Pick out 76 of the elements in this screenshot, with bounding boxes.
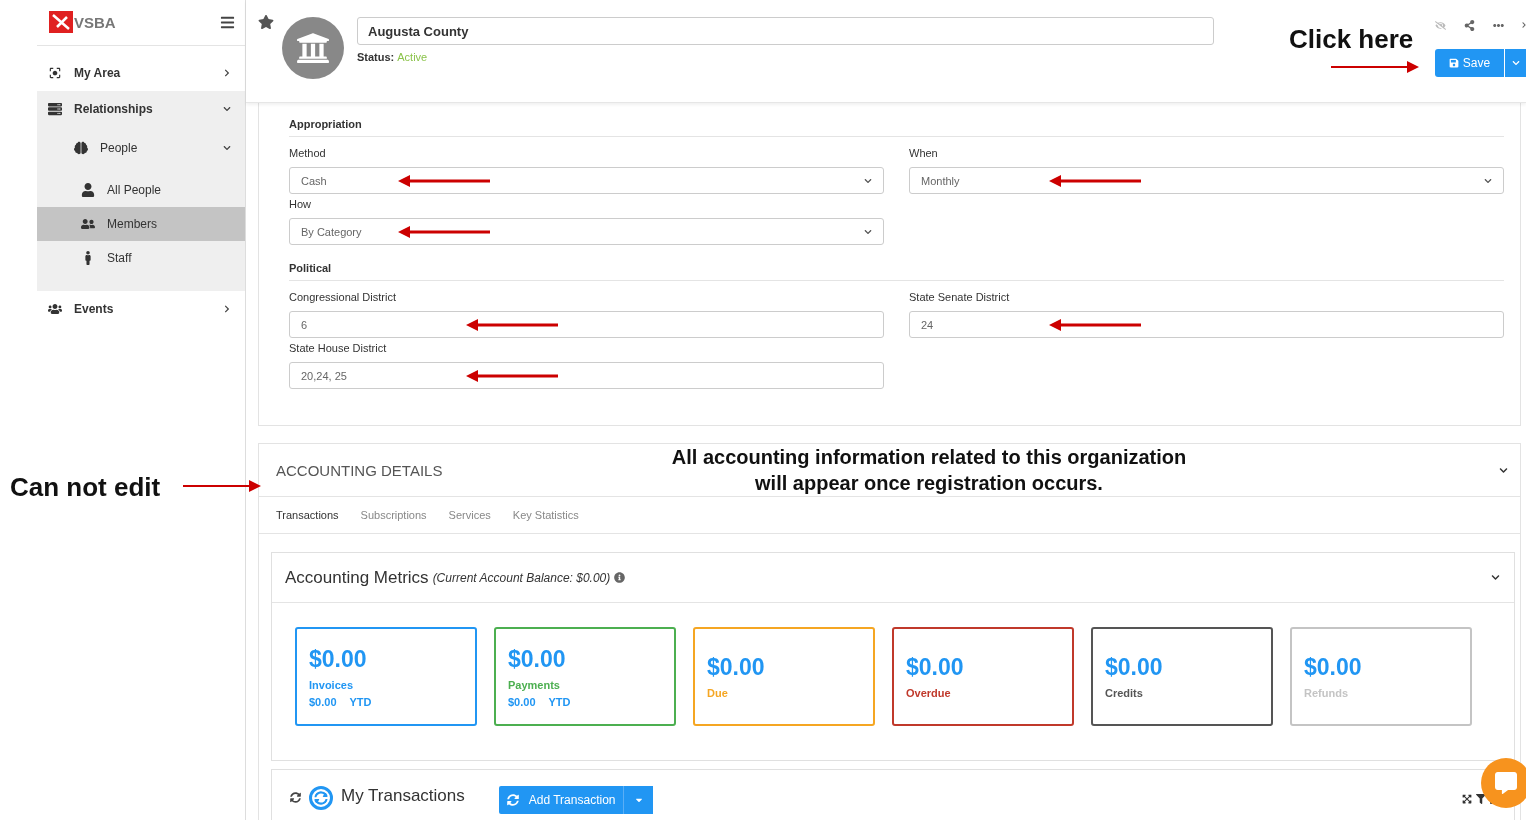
chevron-icon [223,144,231,152]
note-text: All accounting information related to this organization will appear once registration occurs. [670,445,1188,496]
chat-icon [1495,772,1517,794]
input-field[interactable]: 24 [909,311,1504,338]
tab[interactable]: Services [448,509,491,521]
field-label: How [289,198,312,210]
info-icon[interactable] [614,572,626,583]
nav-icon [81,217,95,231]
chevron-icon [223,69,231,77]
section-title: Political [289,257,1504,281]
ytd-text: $0.00 YTD [508,695,572,708]
metric-amount: $0.00 [1304,654,1363,681]
share-icon[interactable] [1464,19,1475,31]
chevron-icon[interactable] [1491,573,1500,582]
metric-amount: $0.00 [508,645,567,673]
chevron-icon [1484,176,1492,185]
input-field[interactable]: 20,24, 25 [289,362,884,389]
logo-text: VSBA [74,14,116,31]
metric-amount: $0.00 [1105,654,1164,681]
nav-icon [74,141,88,155]
sidebar-item[interactable]: Events [37,291,245,327]
transactions-title: My Transactions [341,786,465,806]
nav-icon [48,66,62,80]
sidebar-item[interactable]: Members [37,207,245,241]
save-menu-button[interactable] [1504,49,1526,77]
chevron-icon[interactable] [1522,21,1526,29]
sidebar-item[interactable]: My Area [37,55,245,91]
add-menu-button[interactable] [623,786,654,814]
logo-icon [49,10,73,35]
callout-text: Can not edit [10,472,161,503]
metric-label: Credits [1105,687,1144,699]
sidebar-item[interactable]: Staff [37,241,245,275]
nav-icon [48,102,62,116]
tab[interactable]: Transactions [276,509,339,521]
section-title: Appropriation [289,113,1504,137]
select-field[interactable]: Cash [289,167,884,194]
field-label: State House District [289,342,388,354]
field-label: Congressional District [289,291,397,303]
menu-icon[interactable] [220,15,235,30]
chevron-icon [223,105,231,113]
metric-amount: $0.00 [906,654,965,681]
tab[interactable]: Subscriptions [360,509,427,521]
metric-label: Invoices [309,678,355,691]
field-label: Method [289,147,327,159]
sidebar-item[interactable]: People [37,127,245,169]
callout-text: Click here [1289,24,1414,55]
select-field[interactable]: By Category [289,218,884,245]
metric-amount: $0.00 [707,654,766,681]
save-icon [1448,58,1459,68]
balance-text: (Current Account Balance: $0.00) [432,570,611,585]
expand-icon[interactable] [1462,794,1472,804]
nav-icon [81,183,95,197]
chevron-icon[interactable] [1499,465,1508,475]
name-field[interactable]: Augusta County [357,17,1214,45]
metric-label: Overdue [906,687,952,699]
metric-amount: $0.00 [309,645,368,673]
metric-label: Due [707,687,729,699]
filter-icon[interactable] [1476,794,1486,804]
metrics-title: Accounting Metrics [285,567,429,588]
tab[interactable]: Key Statistics [512,509,579,521]
chevron-icon [223,305,231,313]
panel-title: ACCOUNTING DETAILS [276,461,443,479]
metric-label: Refunds [1304,687,1349,699]
field-label: When [909,147,939,159]
chevron-icon [864,227,872,236]
field-label: State Senate District [909,291,1011,303]
sidebar-item[interactable]: All People [37,173,245,207]
chevron-icon [1511,59,1520,67]
ytd-text: $0.00 YTD [309,695,373,708]
metric-label: Payments [508,678,561,691]
input-field[interactable]: 6 [289,311,884,338]
nav-icon [48,302,62,316]
select-field[interactable]: Monthly [909,167,1504,194]
status-text: Status: Active [357,51,429,63]
chevron-icon [864,176,872,185]
sidebar-item[interactable]: Relationships [37,91,245,127]
